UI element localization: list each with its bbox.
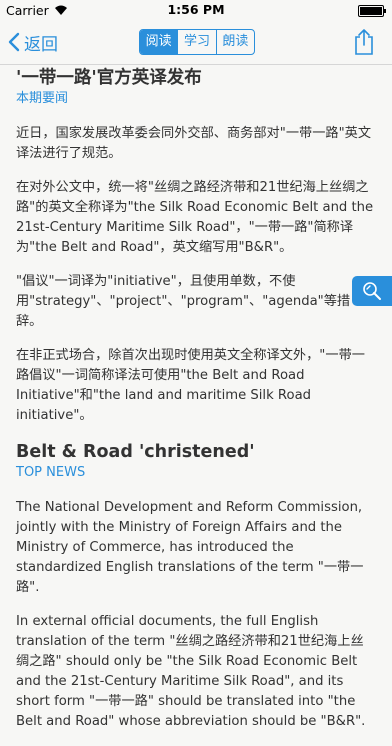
navigation-bar: 返回 阅读 学习 朗读 [0,20,392,65]
clock: 1:56 PM [167,2,225,17]
pen-icon [363,282,381,300]
section-label-en: TOP NEWS [16,465,86,480]
paragraph-zh-3: "倡议"一词译为"initiative"，且使用单数，不使用"strategy"… [16,274,351,329]
section-label-zh: 本期要闻 [16,91,69,106]
battery-icon [358,5,386,17]
status-bar: Carrier 1:56 PM [0,0,392,20]
share-button[interactable] [354,28,374,60]
back-label: 返回 [24,34,58,55]
mode-segmented-control: 阅读 学习 朗读 [139,29,255,55]
paragraph-en-2: In external official documents, the full… [16,614,366,729]
paragraph-zh-4: 在非正式场合，除首次出现时使用英文全称译文外，"一带一路倡议"一词简称译法可使用… [16,348,365,423]
article-title-zh: '一带一路'官方英译发布 [16,68,202,88]
tab-study[interactable]: 学习 [177,30,215,54]
chevron-left-icon [8,32,20,52]
tab-read[interactable]: 阅读 [140,30,178,54]
article-title-en: Belt & Road 'christened' [16,442,255,462]
paragraph-zh-1: 近日，国家发展改革委会同外交部、商务部对"一带一路"英文译法进行了规范。 [16,126,372,161]
floating-translate-button[interactable] [352,276,392,306]
share-icon [355,29,373,55]
article-content: '一带一路'官方英译发布 本期要闻 近日，国家发展改革委会同外交部、商务部对"一… [16,66,376,746]
back-button[interactable]: 返回 [8,29,58,55]
paragraph-zh-2: 在对外公文中，统一将"丝绸之路经济带和21世纪海上丝绸之路"的英文全称译为"th… [16,180,374,255]
paragraph-en-1: The National Development and Reform Comm… [16,500,364,595]
tab-listen[interactable]: 朗读 [215,30,254,54]
